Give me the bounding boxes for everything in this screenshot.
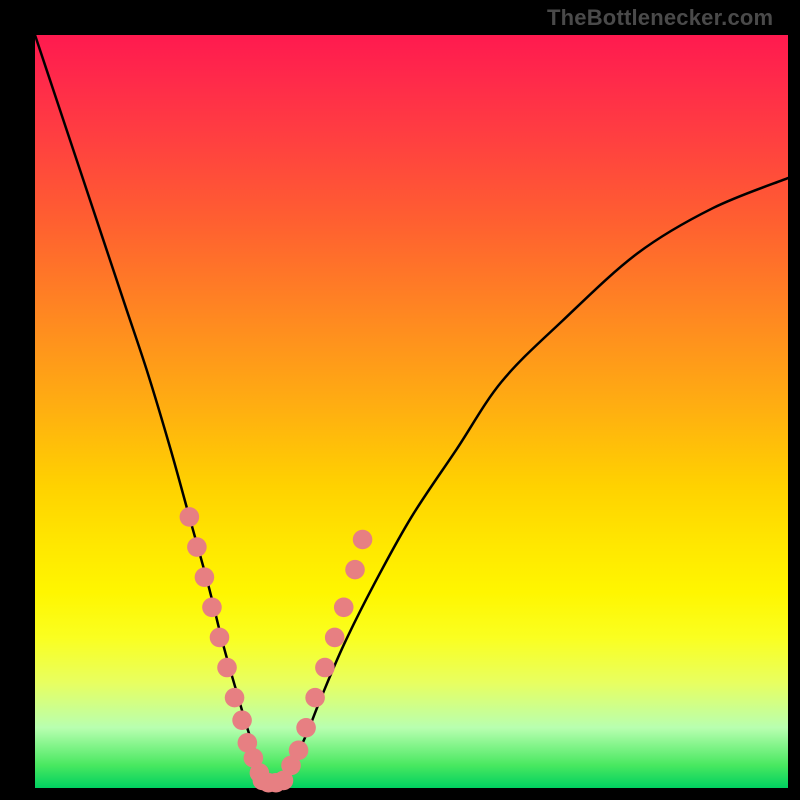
data-marker — [187, 537, 207, 557]
data-marker — [225, 688, 245, 708]
data-marker — [334, 597, 354, 617]
data-marker — [180, 507, 200, 527]
chart-svg — [0, 0, 800, 800]
data-marker — [325, 628, 345, 648]
data-marker — [232, 710, 252, 730]
chart-frame: TheBottlenecker.com — [0, 0, 800, 800]
bottleneck-curve — [35, 35, 788, 782]
data-marker — [202, 597, 222, 617]
data-marker — [289, 741, 309, 761]
data-marker — [305, 688, 325, 708]
data-marker — [210, 628, 230, 648]
data-marker — [315, 658, 335, 678]
data-marker — [345, 560, 365, 580]
data-marker — [296, 718, 316, 738]
data-marker — [353, 530, 373, 550]
data-marker — [217, 658, 237, 678]
data-marker — [195, 567, 215, 587]
